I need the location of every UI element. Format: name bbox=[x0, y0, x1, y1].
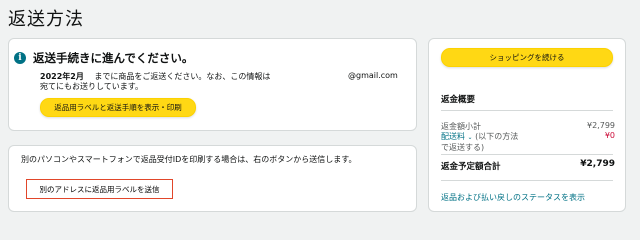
shipping-method-text-2: で返送する) bbox=[441, 143, 485, 152]
subtotal-value: ¥2,799 bbox=[587, 121, 615, 130]
shipping-label: 配送料 ⌄ (以下の方法 bbox=[441, 131, 518, 142]
chevron-down-icon[interactable]: ⌄ bbox=[468, 134, 473, 141]
shipping-method-text: (以下の方法 bbox=[475, 132, 519, 141]
divider bbox=[441, 154, 613, 155]
deadline-text: までに商品をご返送ください。なお、この情報は bbox=[94, 72, 271, 81]
refund-summary-title: 返金概要 bbox=[441, 95, 476, 105]
shipping-fee-link[interactable]: 配送料 bbox=[441, 132, 465, 141]
divider bbox=[441, 110, 613, 111]
info-icon: i bbox=[14, 52, 26, 64]
show-print-label-button[interactable]: 返品用ラベルと返送手順を表示・印刷 bbox=[40, 98, 196, 117]
send-label-other-address-button[interactable]: 別のアドレスに返品用ラベルを送信 bbox=[26, 179, 173, 199]
resend-description: 別のパソコンやスマートフォンで返品受付IDを印刷する場合は、右のボタンから送信し… bbox=[21, 155, 357, 164]
instructions-heading: 返送手続きに進んでください。 bbox=[33, 51, 194, 65]
refund-status-link[interactable]: 返品および払い戻しのステータスを表示 bbox=[441, 192, 585, 203]
deadline-date: 2022年2月 bbox=[40, 72, 84, 81]
sent-to-text: 宛てにもお送りしています。 bbox=[40, 82, 143, 91]
shipping-value: ¥0 bbox=[604, 131, 615, 140]
email-address: @gmail.com bbox=[348, 71, 398, 80]
continue-shopping-button[interactable]: ショッピングを続ける bbox=[441, 48, 613, 67]
refund-total-value: ¥2,799 bbox=[580, 159, 615, 169]
divider bbox=[441, 180, 613, 181]
refund-total-label: 返金予定額合計 bbox=[441, 162, 501, 172]
page-title: 返送方法 bbox=[8, 9, 84, 30]
